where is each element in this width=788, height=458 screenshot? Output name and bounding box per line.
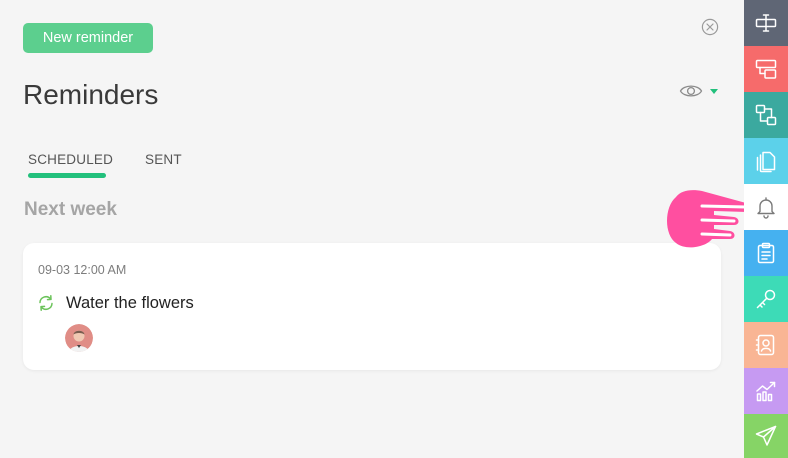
- chart-icon: [756, 381, 776, 402]
- eye-icon: [679, 85, 703, 97]
- pointing-hand-icon: [667, 190, 752, 248]
- send-icon: [755, 425, 777, 446]
- sidebar-item-forms[interactable]: [744, 46, 788, 92]
- sidebar-item-send[interactable]: [744, 414, 788, 458]
- reminders-panel: New reminder Reminders SCHEDULED SENT Ne…: [0, 0, 744, 458]
- relations-icon: [755, 104, 777, 126]
- sidebar-item-keys[interactable]: [744, 276, 788, 322]
- tab-sent[interactable]: SENT: [145, 152, 182, 167]
- bell-icon: [757, 197, 775, 219]
- reminder-card[interactable]: 09-03 12:00 AM Water the flowers: [23, 243, 721, 370]
- reminder-date: 09-03 12:00 AM: [38, 263, 127, 277]
- sidebar-item-analytics[interactable]: [744, 368, 788, 414]
- sidebar-item-contacts[interactable]: [744, 322, 788, 368]
- reminder-title: Water the flowers: [66, 294, 194, 312]
- page-title: Reminders: [23, 79, 159, 110]
- sidebar-item-files[interactable]: [744, 138, 788, 184]
- repeat-icon: [39, 295, 53, 311]
- files-icon: [756, 151, 776, 173]
- contact-icon: [755, 334, 775, 356]
- sidebar-item-text-field[interactable]: [744, 0, 788, 46]
- active-tab-indicator: [28, 173, 106, 178]
- clipboard-icon: [757, 242, 775, 264]
- section-heading: Next week: [24, 199, 117, 220]
- new-reminder-button[interactable]: New reminder: [23, 23, 153, 53]
- close-icon[interactable]: [701, 18, 719, 36]
- key-icon: [756, 289, 776, 309]
- sidebar-item-reminders[interactable]: [744, 184, 788, 230]
- sidebar-item-relations[interactable]: [744, 92, 788, 138]
- caret-down-icon: [710, 89, 718, 94]
- form-icon: [755, 59, 777, 79]
- tab-scheduled[interactable]: SCHEDULED: [28, 152, 113, 167]
- visibility-dropdown[interactable]: [679, 82, 721, 102]
- app-sidebar: [744, 0, 788, 458]
- avatar: [65, 324, 93, 352]
- text-field-icon: [755, 14, 777, 32]
- sidebar-item-clipboard[interactable]: [744, 230, 788, 276]
